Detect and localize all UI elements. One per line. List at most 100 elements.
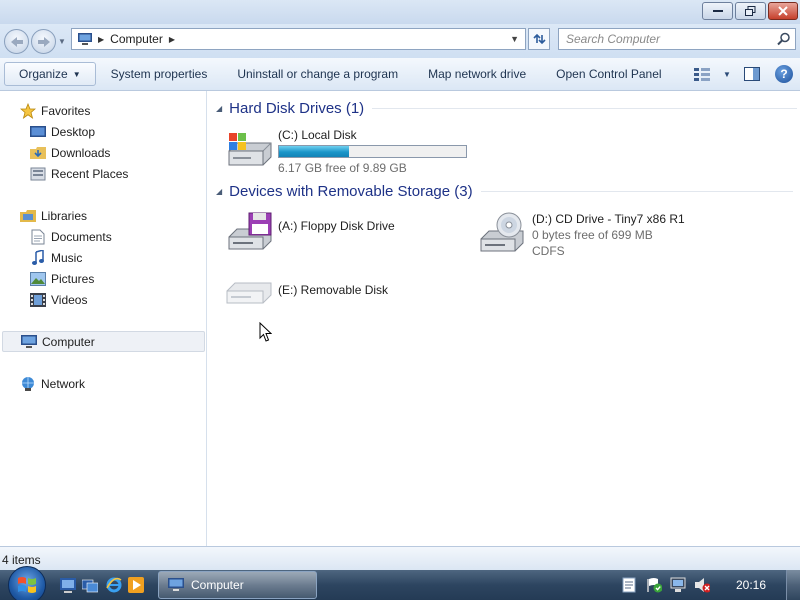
nav-videos[interactable]: Videos <box>30 289 87 310</box>
view-dropdown-button[interactable]: ▼ <box>718 62 736 86</box>
windows-logo-icon <box>18 577 36 593</box>
media-player-icon[interactable] <box>128 577 144 593</box>
mouse-pointer-icon <box>259 322 272 342</box>
nav-recent-places[interactable]: Recent Places <box>30 163 128 184</box>
drive-c-free-space: 6.17 GB free of 9.89 GB <box>278 161 407 175</box>
nav-downloads-label: Downloads <box>51 145 111 160</box>
close-button[interactable] <box>768 2 798 20</box>
map-network-drive-button[interactable]: Map network drive <box>413 62 541 86</box>
close-icon <box>778 6 788 16</box>
libraries-icon <box>20 208 36 224</box>
switch-windows-icon[interactable] <box>82 577 98 593</box>
nav-favorites[interactable]: Favorites <box>20 100 90 121</box>
drive-c-usage-fill <box>279 146 350 157</box>
minimize-button[interactable] <box>702 2 733 20</box>
taskbar-clock[interactable]: 20:16 <box>736 578 766 592</box>
network-tray-icon[interactable] <box>670 577 686 593</box>
refresh-button[interactable] <box>528 28 550 50</box>
drive-d-filesystem: CDFS <box>532 244 565 258</box>
content-pane: ◢ Hard Disk Drives (1) (C:) Local Disk 6… <box>208 91 800 546</box>
back-arrow-icon <box>10 36 23 47</box>
recent-pages-dropdown[interactable]: ▼ <box>58 37 66 46</box>
nav-documents-label: Documents <box>51 229 112 244</box>
breadcrumb-separator[interactable]: ▶ <box>169 35 175 44</box>
nav-downloads[interactable]: Downloads <box>30 142 110 163</box>
drive-c-name: (C:) Local Disk <box>278 128 357 142</box>
title-bar <box>0 0 800 24</box>
system-properties-button[interactable]: System properties <box>96 62 223 86</box>
search-input[interactable] <box>559 29 773 49</box>
star-icon <box>20 102 36 119</box>
organize-label: Organize <box>19 67 68 81</box>
nav-desktop-label: Desktop <box>51 124 96 139</box>
item-count: 4 items <box>2 553 41 567</box>
search-box[interactable] <box>558 28 796 50</box>
command-bar: Organize ▼ System properties Uninstall o… <box>0 58 800 91</box>
minimize-icon <box>712 10 723 12</box>
chevron-down-icon: ▼ <box>72 69 81 79</box>
preview-pane-icon <box>744 67 760 81</box>
restore-button[interactable] <box>735 2 766 20</box>
collapse-triangle-icon: ◢ <box>216 104 223 113</box>
music-note-icon <box>30 249 46 266</box>
film-icon <box>30 292 46 308</box>
nav-music[interactable]: Music <box>30 247 82 268</box>
action-center-flag-icon[interactable] <box>646 577 662 593</box>
drive-e[interactable]: (E:) Removable Disk <box>225 269 388 311</box>
nav-libraries[interactable]: Libraries <box>20 205 87 226</box>
navigation-pane: Favorites Desktop Downloads Recent Place… <box>0 91 207 546</box>
nav-desktop[interactable]: Desktop <box>30 121 95 142</box>
drive-d-free-space: 0 bytes free of 699 MB <box>532 228 653 242</box>
collapse-triangle-icon: ◢ <box>216 187 223 196</box>
refresh-icon <box>533 33 546 45</box>
windows-hard-disk-icon <box>228 133 272 166</box>
volume-muted-icon[interactable] <box>694 577 710 593</box>
nav-network-label: Network <box>41 376 86 391</box>
drive-a[interactable]: (A:) Floppy Disk Drive <box>225 211 395 253</box>
nav-music-label: Music <box>51 250 83 265</box>
downloads-folder-icon <box>30 145 46 161</box>
taskbar-window-title: Computer <box>191 578 244 592</box>
group-header-hard-disks[interactable]: ◢ Hard Disk Drives (1) <box>216 100 798 117</box>
nav-recent-places-label: Recent Places <box>51 166 129 181</box>
open-control-panel-button[interactable]: Open Control Panel <box>541 62 676 86</box>
group-header-removable[interactable]: ◢ Devices with Removable Storage (3) <box>216 183 793 200</box>
drive-d[interactable]: (D:) CD Drive - Tiny7 x86 R1 0 bytes fre… <box>479 211 685 259</box>
address-field[interactable]: ▶ Computer ▶ ▼ <box>71 28 526 50</box>
drive-c-usage-bar <box>278 145 467 158</box>
documents-icon <box>30 229 46 245</box>
toolbar-right-tools: ▼ ? <box>686 62 800 86</box>
help-icon: ? <box>775 65 793 83</box>
start-button[interactable] <box>8 566 46 600</box>
nav-documents[interactable]: Documents <box>30 226 112 247</box>
back-button[interactable] <box>4 29 29 54</box>
nav-network[interactable]: Network <box>20 373 85 394</box>
breadcrumb-separator[interactable]: ▶ <box>98 35 104 44</box>
breadcrumb-computer[interactable]: Computer <box>110 32 163 46</box>
nav-computer[interactable]: Computer <box>2 331 205 352</box>
forward-button[interactable] <box>31 29 56 54</box>
help-button[interactable]: ? <box>768 62 800 86</box>
view-options-icon <box>694 67 710 81</box>
computer-icon <box>78 33 92 45</box>
uninstall-program-button[interactable]: Uninstall or change a program <box>222 62 413 86</box>
notes-tray-icon[interactable] <box>622 577 638 593</box>
change-view-button[interactable] <box>686 62 718 86</box>
nav-pictures[interactable]: Pictures <box>30 268 94 289</box>
nav-computer-label: Computer <box>42 334 95 349</box>
internet-explorer-icon[interactable] <box>106 577 122 593</box>
organize-button[interactable]: Organize ▼ <box>4 62 96 86</box>
show-desktop-icon[interactable] <box>60 577 76 593</box>
network-icon <box>20 376 36 392</box>
show-desktop-button[interactable] <box>786 570 800 600</box>
address-bar-row: ▼ ▶ Computer ▶ ▼ <box>0 24 800 58</box>
window-controls <box>702 2 798 20</box>
restore-icon <box>745 6 756 16</box>
computer-icon <box>21 334 37 350</box>
taskbar-window-computer[interactable]: Computer <box>158 571 317 599</box>
drive-c[interactable]: (C:) Local Disk 6.17 GB free of 9.89 GB <box>225 127 467 176</box>
address-dropdown-arrow[interactable]: ▼ <box>510 34 519 44</box>
search-icon[interactable] <box>777 32 791 46</box>
preview-pane-button[interactable] <box>736 62 768 86</box>
group-divider <box>480 191 793 192</box>
